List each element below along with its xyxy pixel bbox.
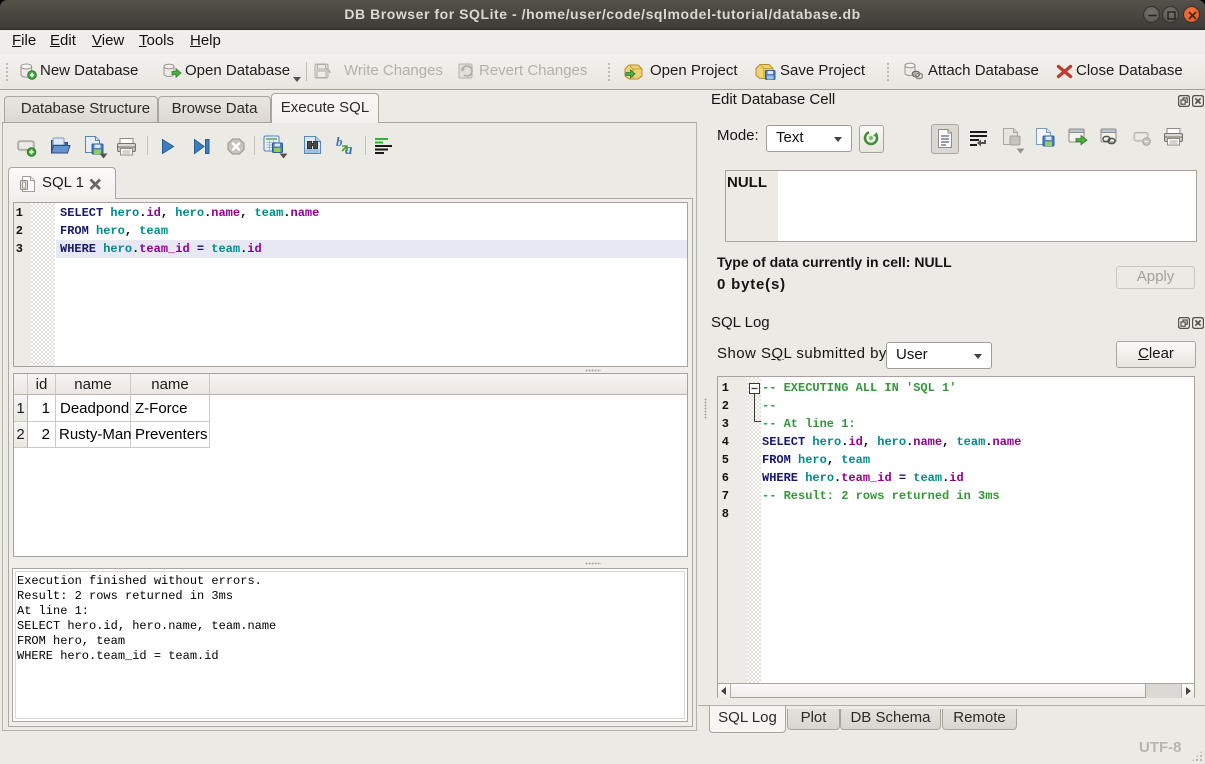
svg-text:b: b [336,135,343,149]
